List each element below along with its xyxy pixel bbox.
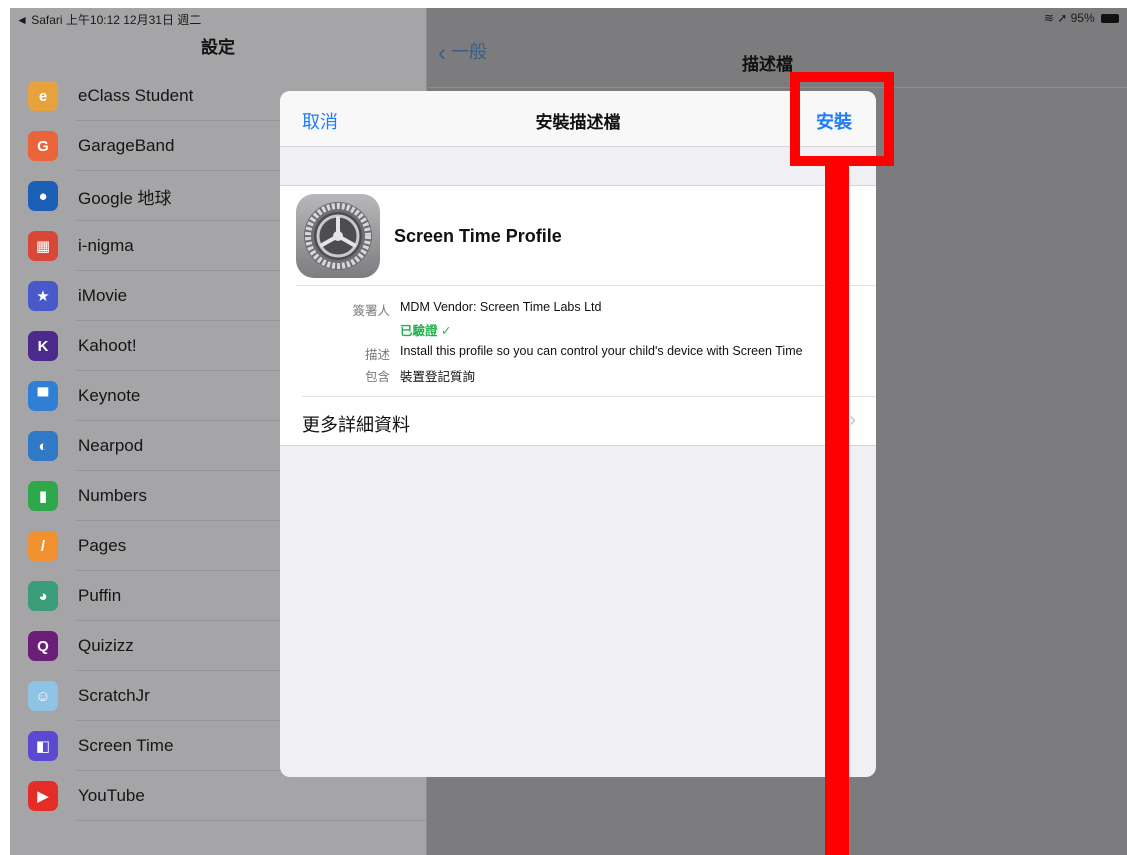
contains-row: 包含 裝置登記質詢 [280,366,876,396]
app-icon: Q [28,631,58,661]
app-icon: / [28,531,58,561]
app-name: Screen Time [78,736,174,755]
app-icon: ● [28,181,58,211]
sidebar-item-youtube[interactable]: ▶ YouTube [10,771,426,821]
sheet-nav-bar: 取消 安裝描述檔 安裝 [280,91,876,147]
highlight-arrow-line-annotation [825,166,849,855]
location-icon: ➚ [1057,11,1068,25]
more-details-row[interactable]: 更多詳細資料 › [302,396,876,445]
app-icon: e [28,81,58,111]
description-value: Install this profile so you can control … [400,344,803,358]
battery-icon [1101,14,1119,24]
app-icon: ▦ [28,231,58,261]
signer-row: 簽署人 MDM Vendor: Screen Time Labs Ltd [280,300,876,320]
app-icon: ▀ [28,381,58,411]
app-icon: G [28,131,58,161]
app-name: Keynote [78,386,141,405]
description-label: 描述 [364,348,390,362]
app-name: ScratchJr [78,686,150,705]
wifi-icon: ≋ [1043,11,1054,25]
app-name: GarageBand [78,136,175,155]
ipad-screen: ◄ Safari 上午10:12 12月31日 週二 ≋ ➚ 95% 設定 e e… [10,8,1127,855]
app-icon: ★ [28,281,58,311]
app-icon: ◐ [28,431,58,461]
status-right: ≋ ➚ 95% [1044,11,1119,25]
detail-header: ‹ 一般 描述檔 [428,28,1127,88]
verified-row: 已驗證 ✓ [280,320,876,344]
chevron-right-icon: › [849,409,856,431]
sidebar-title: 設定 [201,38,235,57]
app-icon: K [28,331,58,361]
profile-header: Screen Time Profile [296,186,876,286]
signer-value: MDM Vendor: Screen Time Labs Ltd [400,300,602,314]
sheet-title: 安裝描述檔 [535,113,621,132]
contains-value: 裝置登記質詢 [400,370,476,384]
app-name: Numbers [78,486,147,505]
app-name: iMovie [78,286,128,305]
description-row: 描述 Install this profile so you can contr… [280,344,876,366]
app-name: Nearpod [78,436,144,455]
status-left: ◄ Safari 上午10:12 12月31日 週二 [16,13,202,27]
app-name: Kahoot! [78,336,137,355]
install-profile-sheet: 取消 安裝描述檔 安裝 Screen Time Profile 簽署人 MDM … [280,91,876,777]
app-name: i-nigma [78,236,134,255]
profile-card: Screen Time Profile 簽署人 MDM Vendor: Scre… [280,185,876,446]
app-name: Google 地球 [78,188,172,208]
app-name: eClass Student [78,86,194,105]
battery-percent: 95% [1070,11,1095,25]
verified-badge: 已驗證 ✓ [400,324,452,338]
app-icon: ☺ [28,681,58,711]
profile-name: Screen Time Profile [394,226,562,246]
settings-gear-icon [296,194,380,278]
app-name: Quizizz [78,636,134,655]
more-details-label: 更多詳細資料 [302,415,410,435]
app-icon: ▶ [28,781,58,811]
status-bar: ◄ Safari 上午10:12 12月31日 週二 ≋ ➚ 95% [10,8,1127,28]
app-name: Puffin [78,586,122,605]
app-name: Pages [78,536,127,555]
app-icon: ▮ [28,481,58,511]
contains-label: 包含 [364,370,390,384]
detail-title: 描述檔 [742,55,793,74]
highlight-box-annotation [790,72,894,166]
signer-label: 簽署人 [352,304,390,318]
app-icon: ◕ [28,581,58,611]
app-name: YouTube [78,786,145,805]
app-icon: ◧ [28,731,58,761]
